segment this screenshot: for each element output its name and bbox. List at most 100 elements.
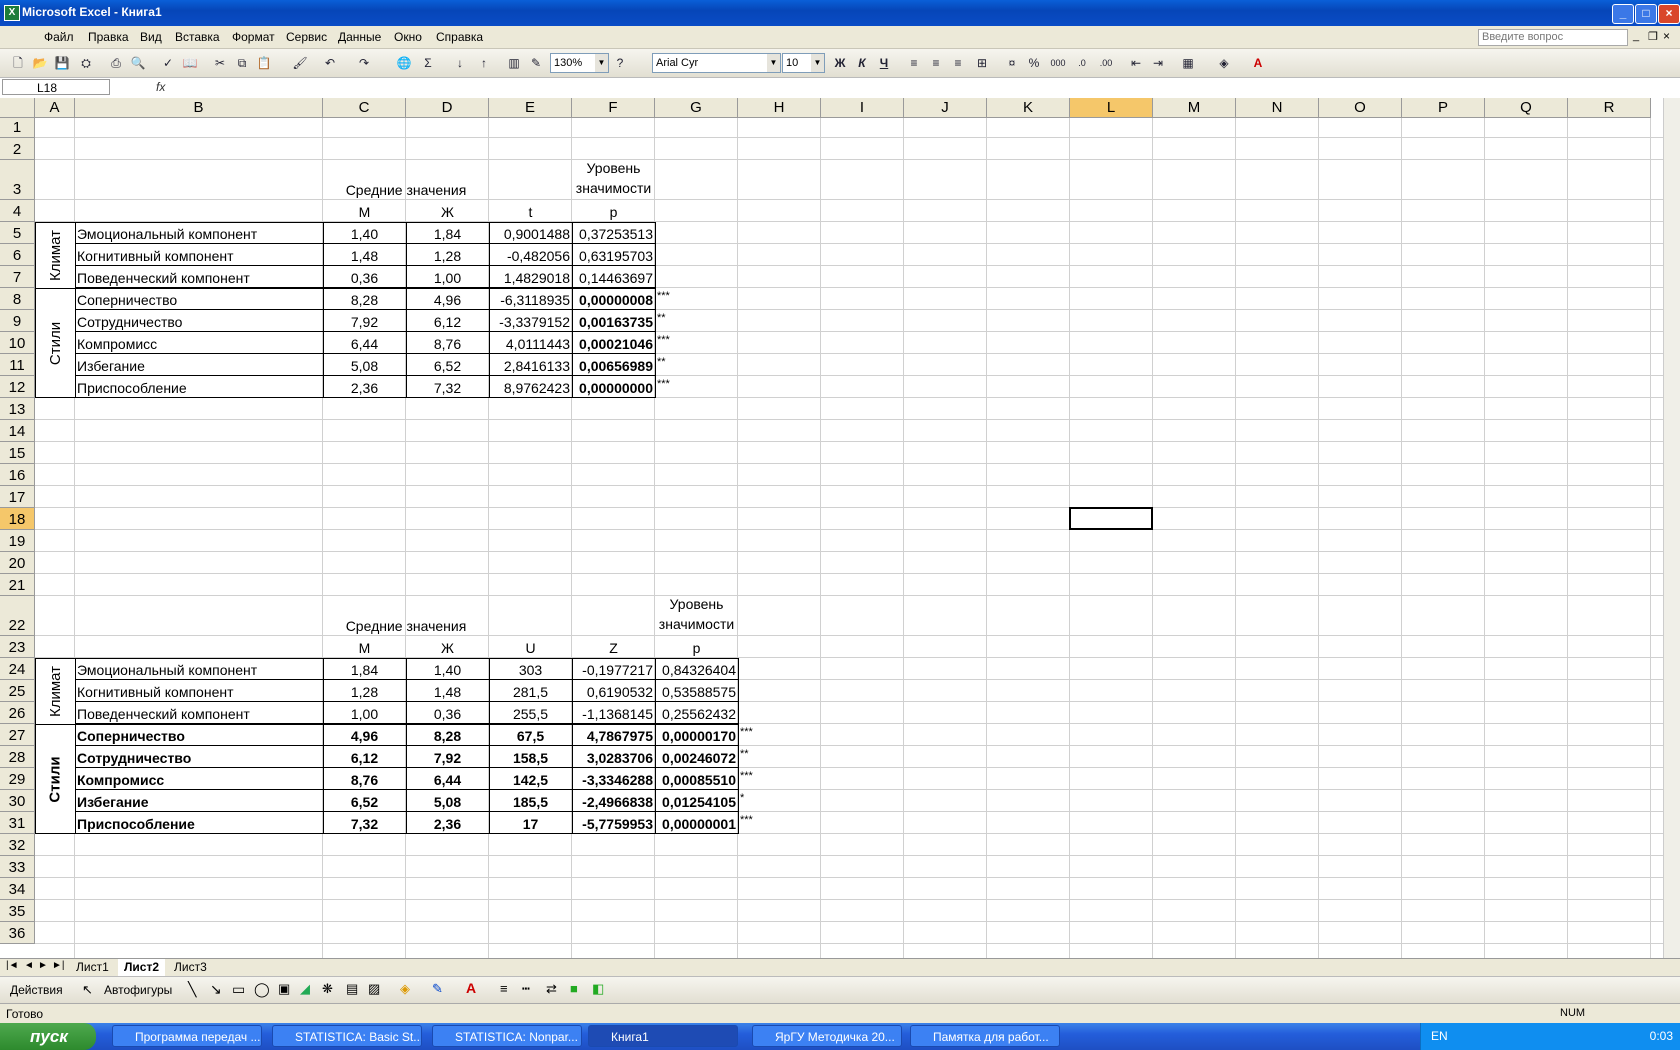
save-icon[interactable]: 💾 xyxy=(54,55,70,71)
increase-indent-icon[interactable]: ⇥ xyxy=(1150,55,1166,71)
column-header[interactable]: O xyxy=(1319,98,1402,118)
row-header[interactable]: 30 xyxy=(0,790,35,812)
sort-descending-icon[interactable]: ↑ xyxy=(476,55,492,71)
column-header[interactable]: E xyxy=(489,98,572,118)
column-header[interactable]: I xyxy=(821,98,904,118)
row-header[interactable]: 18 xyxy=(0,508,35,530)
start-button[interactable]: пуск xyxy=(0,1023,96,1050)
permission-icon[interactable]: ⛭ xyxy=(78,55,94,71)
actions-menu[interactable]: Действия xyxy=(10,983,63,997)
fill-color-icon[interactable]: ◈ xyxy=(1216,55,1232,71)
row-header[interactable]: 25 xyxy=(0,680,35,702)
format-painter-icon[interactable]: 🖌 xyxy=(292,55,308,71)
wordart-icon[interactable]: ◢ xyxy=(300,981,310,997)
shadow-icon[interactable]: ■ xyxy=(570,981,578,996)
row-header[interactable]: 33 xyxy=(0,856,35,878)
row-header[interactable]: 10 xyxy=(0,332,35,354)
selected-cell[interactable] xyxy=(1069,507,1153,530)
sheet-nav-next-icon[interactable]: ► xyxy=(38,960,48,971)
row-header[interactable]: 36 xyxy=(0,922,35,944)
drawing-toggle-icon[interactable]: ✎ xyxy=(528,55,544,71)
print-icon[interactable]: ⎙ xyxy=(108,55,124,71)
row-header[interactable]: 31 xyxy=(0,812,35,834)
undo-icon[interactable]: ↶ xyxy=(322,55,338,71)
row-header[interactable]: 19 xyxy=(0,530,35,552)
decrease-indent-icon[interactable]: ⇤ xyxy=(1128,55,1144,71)
cut-icon[interactable]: ✂ xyxy=(212,55,228,71)
column-header[interactable]: R xyxy=(1568,98,1651,118)
maximize-button[interactable]: □ xyxy=(1635,4,1657,24)
column-header[interactable]: A xyxy=(35,98,75,118)
sheet-nav-first-icon[interactable]: |◄ xyxy=(6,960,19,971)
sort-ascending-icon[interactable]: ↓ xyxy=(452,55,468,71)
minimize-button[interactable]: _ xyxy=(1612,4,1634,24)
rectangle-icon[interactable]: ▭ xyxy=(232,981,245,998)
row-header[interactable]: 1 xyxy=(0,118,35,138)
align-right-icon[interactable]: ≡ xyxy=(950,55,966,71)
column-header[interactable]: N xyxy=(1236,98,1319,118)
column-header[interactable]: L xyxy=(1070,98,1153,118)
line-icon[interactable]: ╲ xyxy=(188,981,196,998)
row-header[interactable]: 20 xyxy=(0,552,35,574)
line-style-icon[interactable]: ≡ xyxy=(500,981,508,996)
vertical-scrollbar[interactable] xyxy=(1663,98,1680,958)
row-header[interactable]: 6 xyxy=(0,244,35,266)
autoshapes-menu[interactable]: Автофигуры xyxy=(104,983,172,997)
row-header[interactable]: 16 xyxy=(0,464,35,486)
taskbar-button[interactable]: STATISTICA: Basic St... xyxy=(272,1025,422,1047)
column-header[interactable]: P xyxy=(1402,98,1485,118)
open-folder-icon[interactable]: 📂 xyxy=(32,55,48,71)
taskbar-button[interactable]: STATISTICA: Nonpar... xyxy=(432,1025,582,1047)
column-header[interactable]: D xyxy=(406,98,489,118)
row-header[interactable]: 24 xyxy=(0,658,35,680)
row-header[interactable]: 12 xyxy=(0,376,35,398)
taskbar-button[interactable]: Программа передач ... xyxy=(112,1025,262,1047)
worksheet-grid[interactable]: A B C D E F G H I J K L M N O P Q R 1 2 3 4 5 6 7 8 9 10 11 12 13 14 15 1… xyxy=(0,98,1680,958)
select-pointer-icon[interactable]: ↖ xyxy=(82,982,93,998)
clipart-icon[interactable]: ▤ xyxy=(346,981,358,997)
insert-function-icon[interactable]: fx xyxy=(156,80,165,94)
name-box[interactable]: L18 xyxy=(2,79,110,95)
oval-icon[interactable]: ◯ xyxy=(254,981,270,998)
row-header[interactable]: 27 xyxy=(0,724,35,746)
font-select[interactable]: Arial Cyr ▼ xyxy=(652,53,781,73)
row-header[interactable]: 22 xyxy=(0,596,35,636)
column-header[interactable]: J xyxy=(904,98,987,118)
row-header[interactable]: 32 xyxy=(0,834,35,856)
print-preview-icon[interactable]: 🔍 xyxy=(130,55,146,71)
redo-icon[interactable]: ↷ xyxy=(356,55,372,71)
close-button[interactable]: × xyxy=(1658,4,1680,24)
paste-icon[interactable]: 📋 xyxy=(256,55,272,71)
menu-item[interactable]: Правка xyxy=(88,30,129,44)
row-header[interactable]: 26 xyxy=(0,702,35,724)
taskbar-button[interactable]: Книга1 xyxy=(588,1025,738,1047)
menu-item[interactable]: Окно xyxy=(394,30,422,44)
column-header[interactable]: F xyxy=(572,98,655,118)
menu-item[interactable]: Справка xyxy=(436,30,483,44)
diagram-icon[interactable]: ❋ xyxy=(322,981,333,997)
doc-close-icon[interactable]: × xyxy=(1663,29,1670,43)
doc-minimize-icon[interactable]: _ xyxy=(1633,30,1639,42)
row-header[interactable]: 5 xyxy=(0,222,35,244)
sheet-nav-prev-icon[interactable]: ◄ xyxy=(24,960,34,971)
menu-item[interactable]: Данные xyxy=(338,30,381,44)
row-header[interactable]: 4 xyxy=(0,200,35,222)
italic-icon[interactable]: К xyxy=(854,55,870,71)
row-header[interactable]: 2 xyxy=(0,138,35,160)
row-header[interactable]: 14 xyxy=(0,420,35,442)
row-header[interactable]: 13 xyxy=(0,398,35,420)
row-header[interactable]: 23 xyxy=(0,636,35,658)
font-size-select[interactable]: 10 ▼ xyxy=(782,53,825,73)
thousands-icon[interactable]: 000 xyxy=(1050,55,1066,71)
arrow-icon[interactable]: ↘ xyxy=(210,981,222,998)
column-header[interactable]: Q xyxy=(1485,98,1568,118)
sheet-nav-last-icon[interactable]: ►| xyxy=(52,960,65,971)
sheet-tab[interactable]: Лист1 xyxy=(70,959,115,976)
research-icon[interactable]: 📖 xyxy=(182,55,198,71)
ask-question-input[interactable]: Введите вопрос xyxy=(1478,29,1628,46)
hyperlink-icon[interactable]: 🌐 xyxy=(396,55,412,71)
row-header[interactable]: 28 xyxy=(0,746,35,768)
autosum-icon[interactable]: Σ xyxy=(420,55,436,71)
dash-style-icon[interactable]: ┅ xyxy=(522,981,530,997)
column-header[interactable]: G xyxy=(655,98,738,118)
